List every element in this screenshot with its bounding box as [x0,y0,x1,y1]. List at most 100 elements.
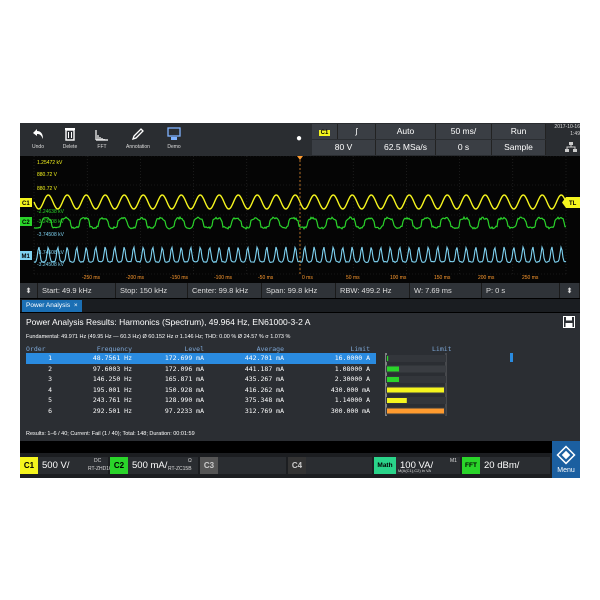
tab-power-analysis[interactable]: Power Analysis × [22,300,82,312]
c1-channel-marker[interactable]: C1 [20,198,32,207]
c2-tag[interactable]: C2 [110,457,128,474]
tl-marker-label: TL [569,201,577,207]
c2-value: 500 mA/ [132,460,167,471]
cell-limit: 16.0000 A [290,353,376,364]
cell-level: 97.2233 mA [138,406,210,417]
horizontal-offset[interactable]: 0 s [436,140,492,155]
scope-screen: Undo Delete FFT Annotation Demo ● C1 ʃ A… [20,123,580,478]
table-row[interactable]: 2 97.6003 Hz 172.096 mA 441.187 mA 1.08000 A [26,364,376,375]
annotation-button[interactable]: Annotation [120,123,156,156]
table-row[interactable]: 4 195.001 Hz 150.928 mA 416.262 mA 430.000 m… [26,385,376,396]
cell-limit: 430.000 mA [290,385,376,396]
table-row[interactable]: 6 292.501 Hz 97.2233 mA 312.769 mA 300.000 m… [26,406,376,417]
zoom-span[interactable]: Span: 99.8 kHz [262,283,336,298]
c2-marker-label: C2 [22,220,30,226]
fft-value: 20 dBm/ [484,460,519,471]
c1-value: 500 V/ [42,460,69,471]
bar-background [386,355,446,362]
zoom-start[interactable]: Start: 49.9 kHz [38,283,116,298]
tab-close-icon[interactable]: × [74,302,78,309]
undo-button[interactable]: Undo [24,123,52,156]
demo-button[interactable]: Demo [160,123,188,156]
cell-avg: 442.701 mA [210,353,290,364]
trigger-slope[interactable]: ʃ [338,124,376,139]
c1-scale-1: 1.25472 kV [37,160,63,166]
trash-icon [62,126,78,142]
table-row[interactable]: 5 243.761 Hz 128.990 mA 375.348 mA 1.14000 A [26,395,376,406]
m1-scale-1: -3.74508 kV [37,232,65,238]
col-level: Level [138,344,210,353]
c1-tag[interactable]: C1 [20,457,38,474]
zoom-p[interactable]: P: 0 s [482,283,560,298]
harmonic-bar [387,377,399,382]
zoom-info-bar: ⬍ Start: 49.9 kHz Stop: 150 kHz Center: … [20,283,580,298]
fft-scale[interactable]: 20 dBm/ [480,457,550,474]
harmonic-bar [387,388,444,393]
zoom-w[interactable]: W: 7.69 ms [410,283,482,298]
fft-icon [94,126,110,142]
results-panel: Power Analysis Results: Harmonics (Spect… [20,313,580,441]
results-title: Power Analysis Results: Harmonics (Spect… [26,317,310,327]
channel-bar: C1 500 V/ DC RT-ZHD16 C2 500 mA/ Ω RT-ZC… [20,453,580,478]
zoom-updown-right-icon[interactable]: ⬍ [560,283,580,298]
cell-limit: 2.30000 A [290,374,376,385]
harmonic-bar [387,398,407,403]
time-tick-label: -50 ms [258,275,274,281]
cell-freq: 243.761 Hz [58,395,138,406]
fft-button[interactable]: FFT [88,123,116,156]
cell-avg: 435.267 mA [210,374,290,385]
c2-channel-marker[interactable]: C2 [20,217,32,226]
zoom-center[interactable]: Center: 99.8 kHz [188,283,262,298]
c1-coupling: DC [94,458,101,464]
c2-scale-2: -3.24508 kV [37,219,65,225]
harmonics-table: Order Frequency Level Average Limit 1 48.… [26,344,376,416]
math-formula: M(A(C1),C2) in VA [398,468,431,473]
cell-avg: 375.348 mA [210,395,290,406]
m1-channel-marker[interactable]: M1 [20,251,32,260]
cell-avg: 416.262 mA [210,385,290,396]
save-icon[interactable] [563,316,575,328]
zoom-rbw[interactable]: RBW: 499.2 Hz [336,283,410,298]
table-row[interactable]: 1 48.7561 Hz 172.699 mA 442.701 mA 16.0000 A [26,353,376,364]
c4-scale[interactable] [306,457,372,474]
time-div[interactable]: 50 ms/ [436,124,492,139]
tab-row: Power Analysis × [20,299,580,312]
harmonics-bar-chart: Limit [380,344,520,431]
trigger-source[interactable]: C1 [312,124,338,139]
time-tick-label: -250 ms [82,275,101,281]
c3-scale[interactable] [218,457,286,474]
menu-label: Menu [552,467,580,474]
time-tick-label: 200 ms [478,275,495,281]
sample-rate[interactable]: 62.5 MSa/s [376,140,436,155]
chart-scrollbar[interactable] [510,353,513,362]
trigger-level[interactable]: 80 V [312,140,376,155]
demo-label: Demo [160,144,188,150]
delete-button[interactable]: Delete [56,123,84,156]
menu-icon [556,445,576,465]
undo-label: Undo [24,144,52,150]
col-order: Order [26,344,58,353]
cell-freq: 48.7561 Hz [58,353,138,364]
zoom-updown-icon[interactable]: ⬍ [20,283,38,298]
run-button[interactable]: Run [492,124,546,139]
zoom-stop[interactable]: Stop: 150 kHz [116,283,188,298]
waveform-area[interactable]: 1.25472 kV 880.72 V 880.72 V -2.24638 kV… [20,156,580,283]
c3-tag[interactable]: C3 [200,457,218,474]
dot-button[interactable]: ● [292,126,306,152]
cell-freq: 146.250 Hz [58,374,138,385]
trigger-mode[interactable]: Auto [376,124,436,139]
c4-tag[interactable]: C4 [288,457,306,474]
m1-scale-3: -3.24508 kV [37,262,65,268]
table-header-row: Order Frequency Level Average Limit [26,344,376,353]
fft-tag[interactable]: FFT [462,457,480,474]
cell-limit: 1.08000 A [290,364,376,375]
acquisition-mode[interactable]: Sample [492,140,546,155]
cell-freq: 195.001 Hz [58,385,138,396]
menu-button[interactable]: Menu [552,441,580,478]
math-tag[interactable]: Math [374,457,396,474]
fft-label: FFT [88,144,116,150]
demo-icon [166,126,182,142]
c1-marker-label: C1 [22,201,30,207]
chart-limit-header: Limit [432,345,452,353]
table-row[interactable]: 3 146.250 Hz 165.871 mA 435.267 mA 2.30000 A [26,374,376,385]
